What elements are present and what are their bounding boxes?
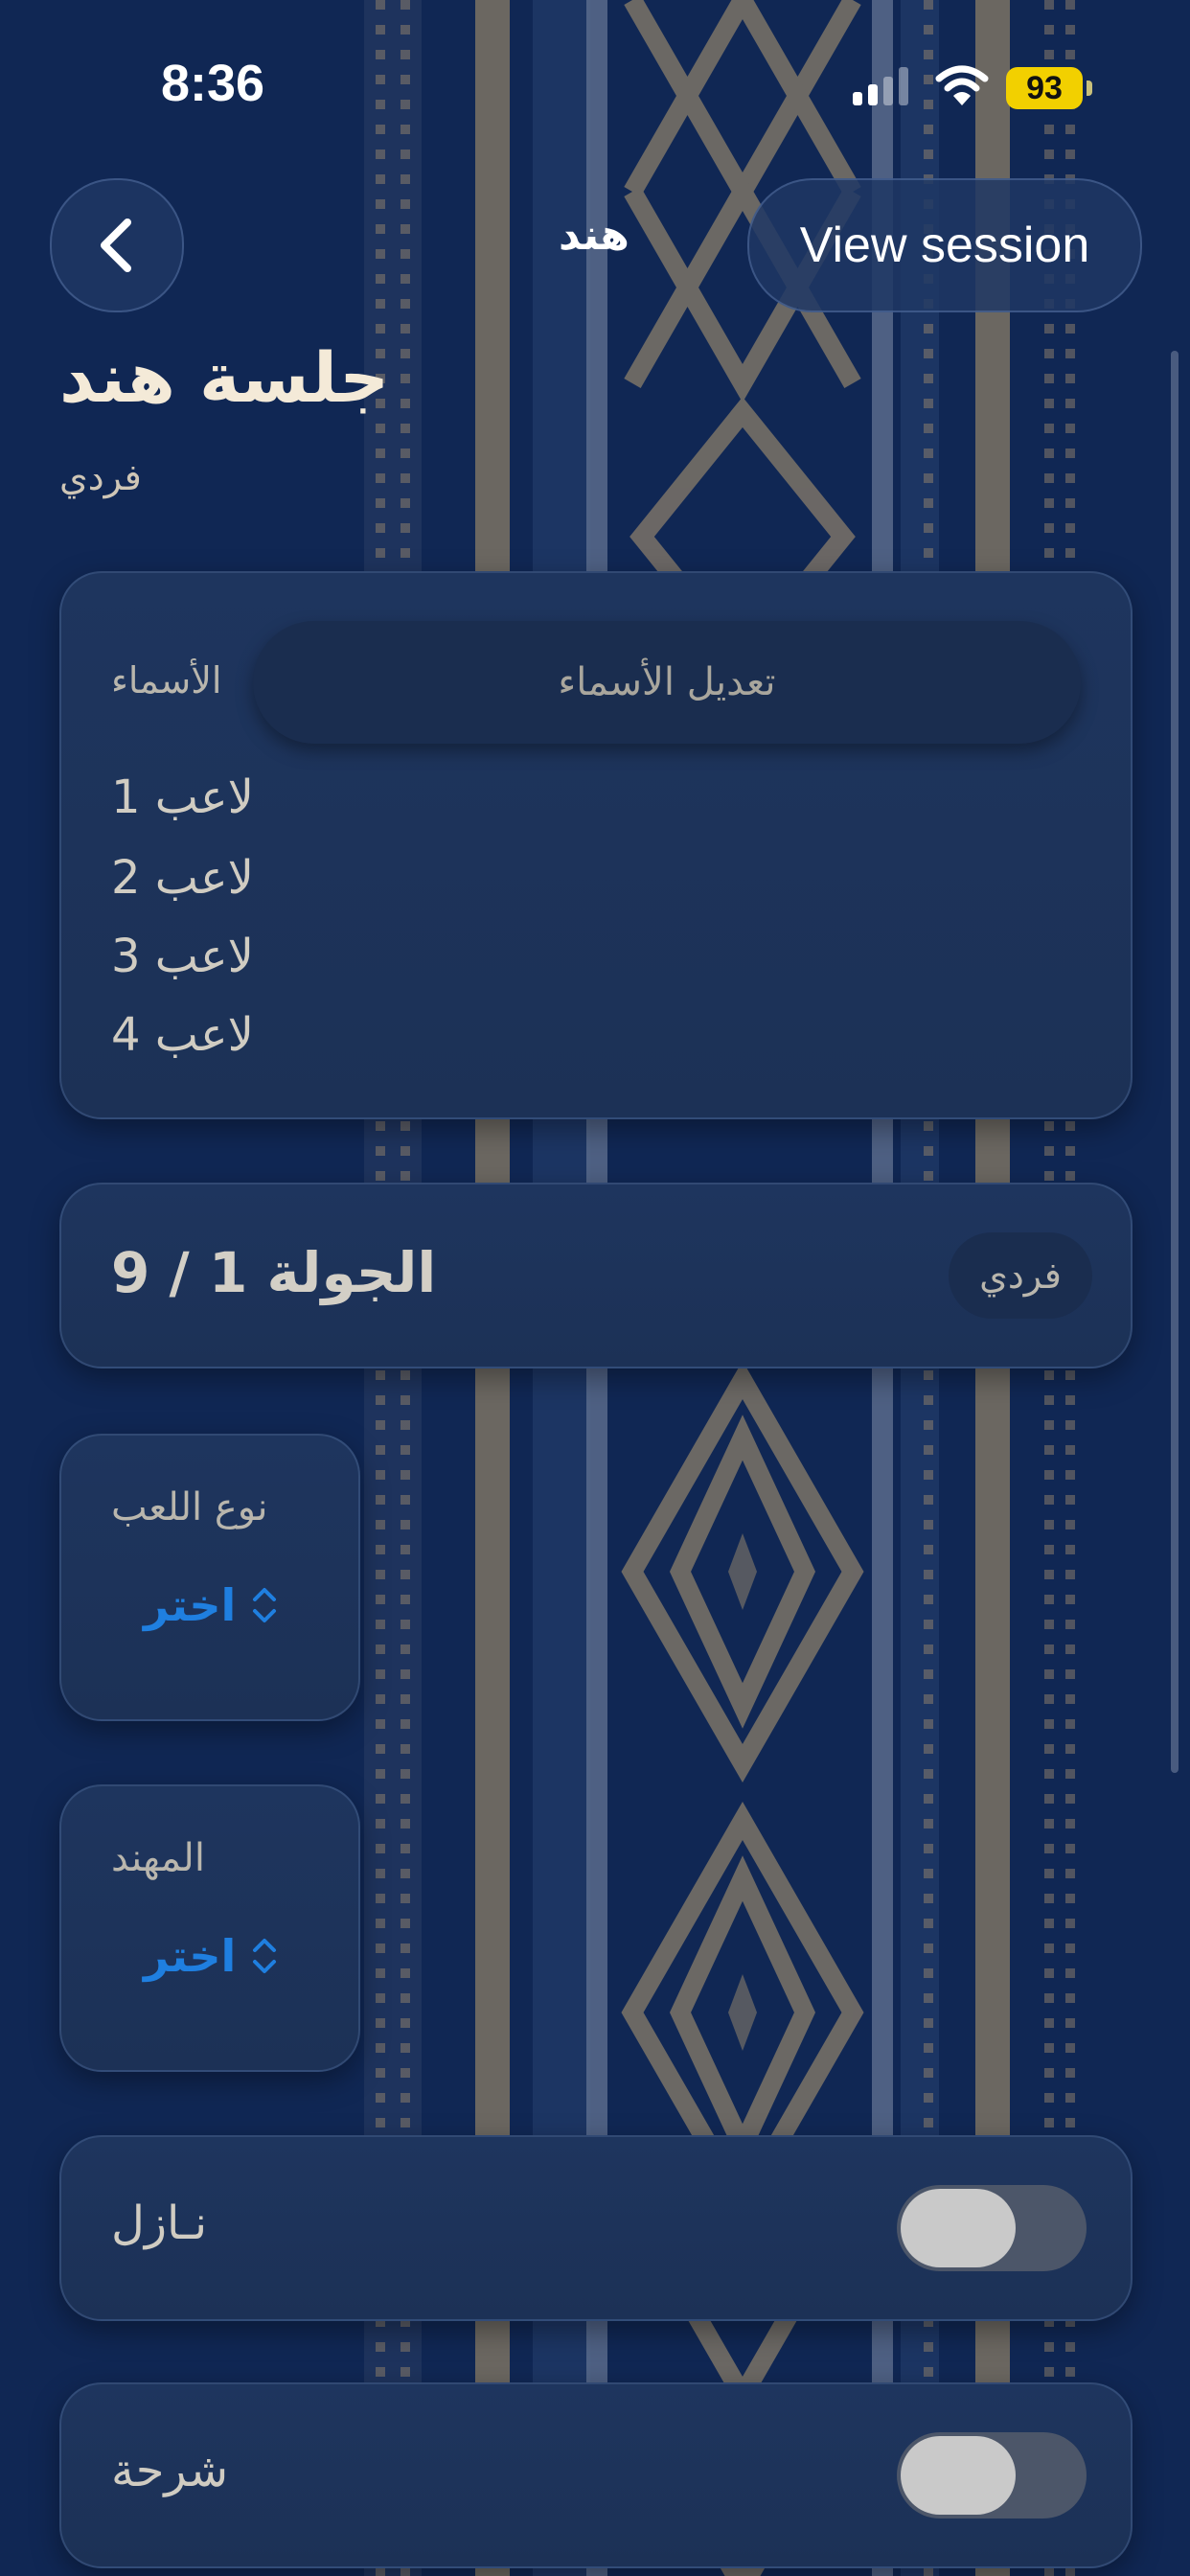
round-counter: الجولة 1 / 9 bbox=[111, 1240, 437, 1305]
page-subtitle: فردي bbox=[59, 456, 142, 498]
page-title: جلسة هند bbox=[59, 337, 390, 418]
cellular-signal-icon bbox=[853, 67, 908, 105]
player-name: لاعب 4 bbox=[111, 1008, 254, 1062]
weapon-label: المهند bbox=[111, 1836, 205, 1880]
status-bar: 8:36 93 bbox=[0, 0, 1190, 172]
battery-indicator: 93 bbox=[1006, 67, 1083, 109]
toggle-knob bbox=[901, 2189, 1016, 2267]
mode-badge: فردي bbox=[949, 1232, 1092, 1319]
status-time: 8:36 bbox=[161, 55, 265, 112]
game-type-card: نوع اللعب اختر bbox=[59, 1434, 360, 1721]
toggle-knob bbox=[901, 2436, 1016, 2515]
game-type-label: نوع اللعب bbox=[111, 1485, 268, 1530]
names-card: الأسماء تعديل الأسماء لاعب 1 لاعب 2 لاعب… bbox=[59, 571, 1133, 1119]
battery-nub bbox=[1087, 80, 1092, 96]
nazel-label: نـازل bbox=[111, 2196, 208, 2250]
sharha-toggle-card: شرحة bbox=[59, 2382, 1133, 2568]
wifi-icon bbox=[935, 65, 989, 105]
weapon-picker[interactable]: اختر bbox=[144, 1930, 278, 1982]
sharha-toggle[interactable] bbox=[897, 2432, 1087, 2518]
round-card: الجولة 1 / 9 فردي bbox=[59, 1183, 1133, 1368]
chevron-left-icon bbox=[101, 218, 131, 272]
edit-names-button[interactable]: تعديل الأسماء bbox=[253, 621, 1081, 744]
names-label: الأسماء bbox=[111, 659, 222, 702]
view-session-button[interactable]: View session bbox=[747, 178, 1142, 312]
player-name: لاعب 3 bbox=[111, 930, 254, 983]
nazel-toggle-card: نـازل bbox=[59, 2135, 1133, 2321]
scrollbar[interactable] bbox=[1171, 351, 1179, 1773]
game-type-picker[interactable]: اختر bbox=[144, 1579, 278, 1631]
sharha-label: شرحة bbox=[111, 2444, 229, 2497]
nazel-toggle[interactable] bbox=[897, 2185, 1087, 2271]
game-type-value: اختر bbox=[144, 1579, 237, 1631]
chevron-up-down-icon bbox=[253, 1939, 277, 1973]
weapon-value: اختر bbox=[144, 1930, 237, 1982]
back-button[interactable] bbox=[50, 178, 184, 312]
weapon-card: المهند اختر bbox=[59, 1784, 360, 2072]
player-name: لاعب 1 bbox=[111, 770, 254, 824]
chevron-up-down-icon bbox=[253, 1588, 277, 1622]
player-name: لاعب 2 bbox=[111, 851, 254, 905]
nav-title: هند bbox=[559, 211, 629, 260]
